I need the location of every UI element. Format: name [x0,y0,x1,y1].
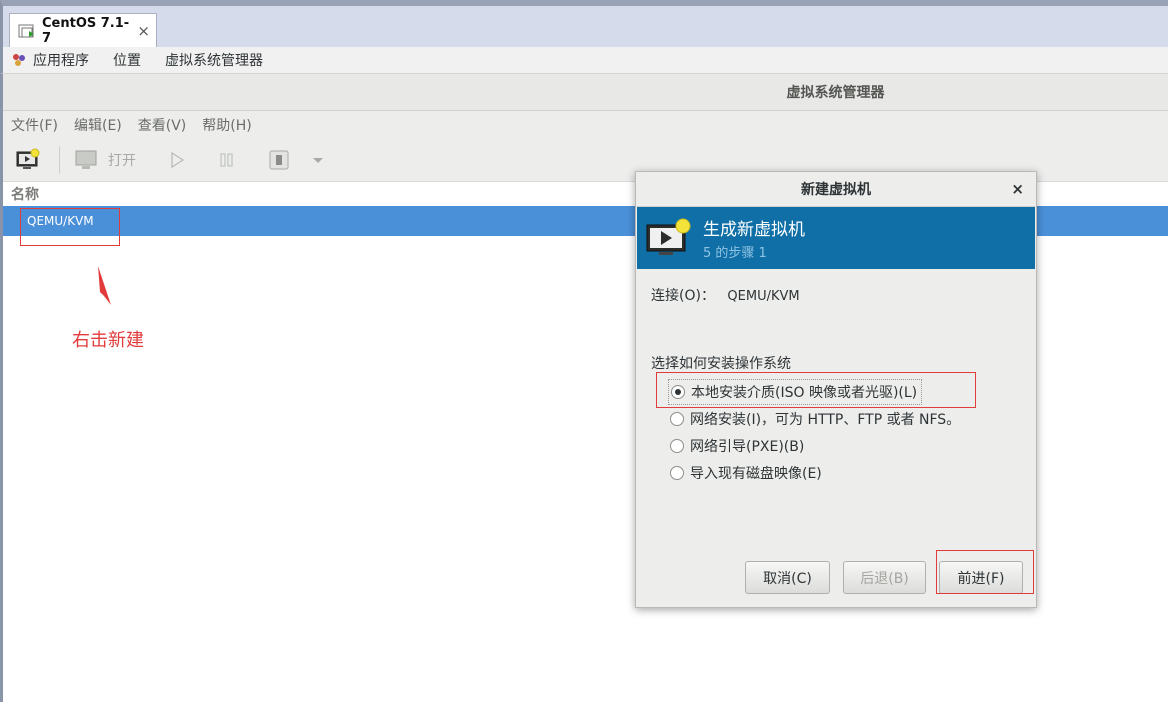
radio-dot [670,439,684,453]
annotation-box-local-media [656,372,976,408]
menu-view[interactable]: 查看(V) [138,115,187,135]
connection-label: 连接(O)： [651,288,715,304]
window-title: 虚拟系统管理器 [3,74,1168,111]
annotation-text: 右击新建 [72,330,144,351]
pause-icon [220,153,233,167]
dialog-title: 新建虚拟机 [801,182,871,198]
monitor-icon [75,150,97,169]
play-icon [171,151,185,169]
radio-label: 导入现有磁盘映像(E) [690,466,822,482]
install-method-label: 选择如何安装操作系统 [651,356,791,372]
chevron-down-icon [313,158,323,163]
open-label: 打开 [108,153,136,169]
dialog-titlebar: 新建虚拟机 × [636,172,1036,207]
menubar: 文件(F) 编辑(E) 查看(V) 帮助(H) [3,111,1168,139]
tab-title: CentOS 7.1-7 [42,15,130,46]
gnome-top-panel: 应用程序 位置 虚拟系统管理器 [0,47,1168,74]
connection-row-info: 连接(O)： QEMU/KVM [651,285,800,305]
dialog-banner: 生成新虚拟机 5 的步骤 1 [637,207,1035,269]
radio-import-disk[interactable]: 导入现有磁盘映像(E) [670,463,822,483]
vm-client-tabstrip: CentOS 7.1-7 × [0,0,1168,47]
radio-label: 网络引导(PXE)(B) [690,439,805,455]
shutdown-button[interactable] [268,150,290,170]
open-button[interactable]: 打开 [74,149,136,171]
back-button[interactable]: 后退(B) [843,561,926,594]
radio-label: 网络安装(I)，可为 HTTP、FTP 或者 NFS。 [690,412,961,428]
annotation-box-connection [20,208,120,246]
panel-applications[interactable]: 应用程序 [33,50,89,70]
shutdown-dropdown[interactable] [312,155,324,165]
new-vm-icon [16,148,40,169]
applications-icon [11,52,27,68]
cancel-button[interactable]: 取消(C) [745,561,830,594]
panel-places[interactable]: 位置 [113,50,141,70]
banner-title: 生成新虚拟机 [703,220,805,240]
vm-tab-icon [18,22,36,40]
banner-step: 5 的步骤 1 [703,246,767,261]
tab-centos[interactable]: CentOS 7.1-7 × [9,13,157,47]
annotation-arrow [98,266,111,305]
menu-edit[interactable]: 编辑(E) [74,115,122,135]
connection-value: QEMU/KVM [727,289,800,304]
radio-network-boot[interactable]: 网络引导(PXE)(B) [670,436,804,456]
annotation-box-forward [936,550,1034,594]
new-vm-banner-icon [646,218,691,255]
tab-close-icon[interactable]: × [137,22,150,40]
radio-dot [670,412,684,426]
power-icon [269,150,289,170]
run-button[interactable] [168,151,186,169]
menu-file[interactable]: 文件(F) [11,115,58,135]
pause-button[interactable] [218,151,236,169]
radio-dot [670,466,684,480]
new-vm-button[interactable] [15,148,41,172]
menu-help[interactable]: 帮助(H) [202,115,251,135]
radio-network-install[interactable]: 网络安装(I)，可为 HTTP、FTP 或者 NFS。 [670,409,960,429]
panel-virt-manager[interactable]: 虚拟系统管理器 [165,50,263,70]
toolbar-separator [59,146,60,174]
dialog-close-icon[interactable]: × [1011,180,1024,198]
